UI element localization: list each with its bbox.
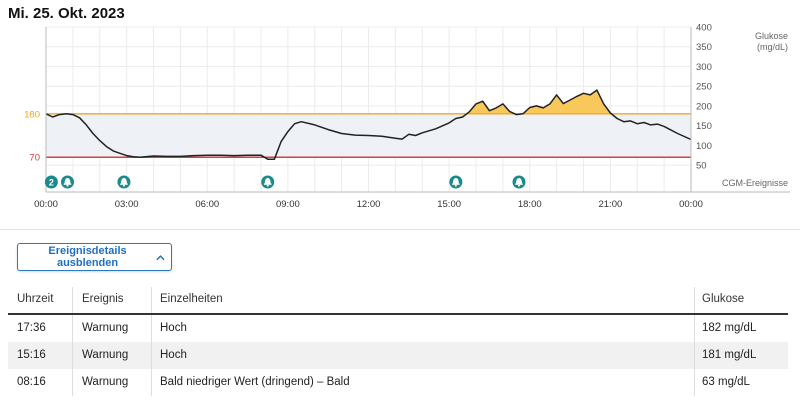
- row-time: 08:16: [17, 376, 46, 388]
- x-tick-label: 18:00: [518, 199, 542, 210]
- cgm-event-marker: [61, 175, 74, 189]
- table-row: 15:16 Warnung Hoch 181 mg/dL: [8, 342, 788, 369]
- page-title: Mi. 25. Okt. 2023: [8, 5, 125, 22]
- table-row: 17:36 Warnung Hoch 182 mg/dL: [8, 315, 788, 342]
- column-header-event: Ereignis: [82, 293, 124, 305]
- bell-icon-clapper: [266, 184, 269, 187]
- cgm-event-marker: [449, 175, 463, 189]
- event-count-label: 2: [49, 178, 54, 188]
- row-time: 17:36: [17, 322, 46, 334]
- section-divider: [0, 229, 800, 230]
- events-table: Uhrzeit Ereignis Einzelheiten Glukose 17…: [8, 287, 788, 396]
- table-row: 08:16 Warnung Bald niedriger Wert (dring…: [8, 369, 788, 396]
- x-tick-label: 00:00: [34, 199, 58, 210]
- y-tick-label: 150: [696, 121, 712, 132]
- x-tick-label: 21:00: [598, 199, 622, 210]
- bell-icon-clapper: [122, 184, 125, 187]
- cgm-events-label: CGM-Ereignisse: [722, 178, 788, 188]
- x-tick-label: 06:00: [195, 199, 219, 210]
- glucose-chart: 2 00:00 03:00 06:00 09:00 12:00 15:00 18:00 21:…: [24, 23, 790, 210]
- chevron-up-icon: [156, 254, 165, 260]
- y-tick-label: 200: [696, 101, 712, 112]
- bell-icon-clapper: [66, 184, 69, 187]
- column-header-details: Einzelheiten: [160, 293, 223, 305]
- row-glucose: 63 mg/dL: [702, 376, 750, 388]
- y-tick-label: 350: [696, 42, 712, 53]
- y-tick-label: 400: [696, 23, 712, 34]
- row-event-type: Warnung: [82, 376, 129, 388]
- row-event-type: Warnung: [82, 322, 129, 334]
- y-tick-label: 50: [696, 161, 707, 172]
- column-header-glucose: Glukose: [702, 293, 745, 305]
- hide-event-details-label: Ereignisdetails ausblenden: [48, 245, 127, 269]
- cgm-event-marker: [117, 175, 131, 189]
- row-details: Bald niedriger Wert (dringend) – Bald: [160, 376, 350, 388]
- row-time: 15:16: [17, 349, 46, 361]
- cgm-event-marker: [512, 175, 526, 189]
- y-tick-label: 100: [696, 141, 712, 152]
- table-header-row: Uhrzeit Ereignis Einzelheiten Glukose: [8, 287, 788, 315]
- row-details: Hoch: [160, 322, 187, 334]
- row-event-type: Warnung: [82, 349, 129, 361]
- x-tick-label: 09:00: [276, 199, 300, 210]
- cgm-event-marker: 2: [44, 175, 58, 189]
- column-header-time: Uhrzeit: [17, 293, 54, 305]
- x-tick-label: 00:00: [679, 199, 703, 210]
- low-threshold-label: 70: [29, 153, 40, 164]
- chart-axes: [45, 27, 790, 193]
- x-tick-label: 15:00: [437, 199, 461, 210]
- y-tick-label: 300: [696, 62, 712, 73]
- y-axis-label: (mg/dL): [757, 42, 788, 52]
- row-glucose: 182 mg/dL: [702, 322, 757, 334]
- x-tick-label: 12:00: [357, 199, 381, 210]
- x-tick-label: 03:00: [115, 199, 139, 210]
- cgm-event-marker: [261, 175, 275, 189]
- cgm-events-row: 2: [44, 175, 526, 189]
- y-axis-label: Glukose: [755, 31, 788, 41]
- row-details: Hoch: [160, 349, 187, 361]
- high-threshold-label: 180: [24, 109, 40, 120]
- hide-event-details-button[interactable]: Ereignisdetails ausblenden: [17, 243, 172, 271]
- y-tick-label: 250: [696, 82, 712, 93]
- row-glucose: 181 mg/dL: [702, 349, 757, 361]
- bell-icon-clapper: [454, 184, 457, 187]
- bell-icon-clapper: [518, 184, 520, 187]
